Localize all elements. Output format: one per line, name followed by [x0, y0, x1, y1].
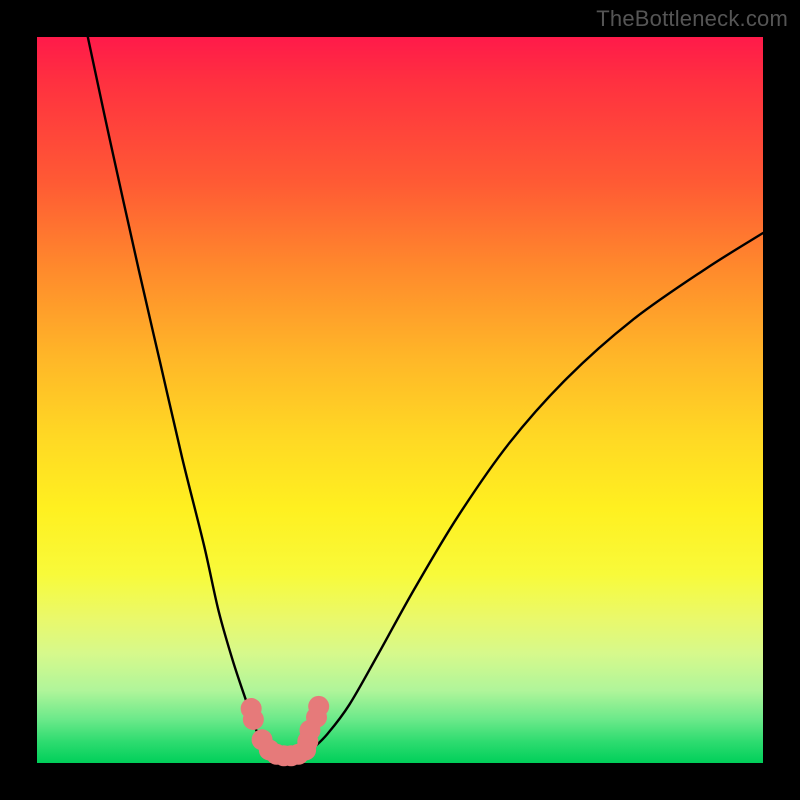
plot-area: [37, 37, 763, 763]
marker-dot: [308, 696, 329, 717]
right-curve: [313, 233, 763, 748]
chart-frame: TheBottleneck.com: [0, 0, 800, 800]
chart-svg: [37, 37, 763, 763]
bottom-markers: [241, 696, 330, 766]
watermark-text: TheBottleneck.com: [596, 6, 788, 32]
marker-dot: [243, 709, 264, 730]
left-curve: [88, 37, 270, 748]
